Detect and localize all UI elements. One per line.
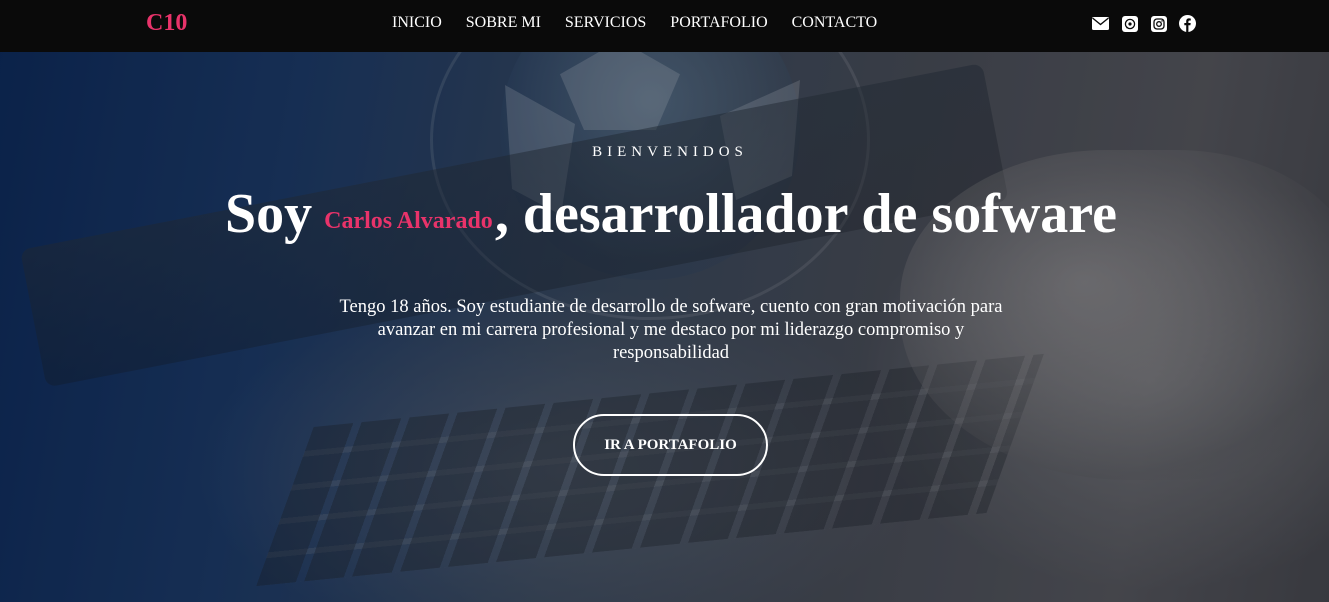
nav-links: INICIO SOBRE MI SERVICIOS PORTAFOLIO CON… [392,14,901,32]
headline-name: Carlos Alvarado [324,208,493,234]
hero-eyebrow: BIENVENIDOS [592,144,748,160]
whatsapp-icon[interactable] [1121,15,1138,32]
social-links [1092,15,1196,32]
portfolio-button[interactable]: IR A PORTAFOLIO [573,414,768,476]
navbar: C10 INICIO SOBRE MI SERVICIOS PORTAFOLIO… [0,0,1329,52]
headline-suffix: , desarrollador de sofware [494,183,1117,245]
hero-headline: Soy Carlos Alvarado, desarrollador de sof… [0,182,1329,253]
hero-bio: Tengo 18 años. Soy estudiante de desarro… [339,297,1003,363]
instagram-icon[interactable] [1150,15,1167,32]
nav-link-servicios[interactable]: SERVICIOS [565,14,646,32]
facebook-icon[interactable] [1179,15,1196,32]
nav-link-inicio[interactable]: INICIO [392,14,442,32]
envelope-icon[interactable] [1092,15,1109,32]
headline-prefix: Soy [224,183,313,245]
nav-link-sobre-mi[interactable]: SOBRE MI [466,14,541,32]
nav-link-portafolio[interactable]: PORTAFOLIO [670,14,767,32]
brand-logo[interactable]: C10 [146,10,187,37]
nav-link-contacto[interactable]: CONTACTO [792,14,878,32]
